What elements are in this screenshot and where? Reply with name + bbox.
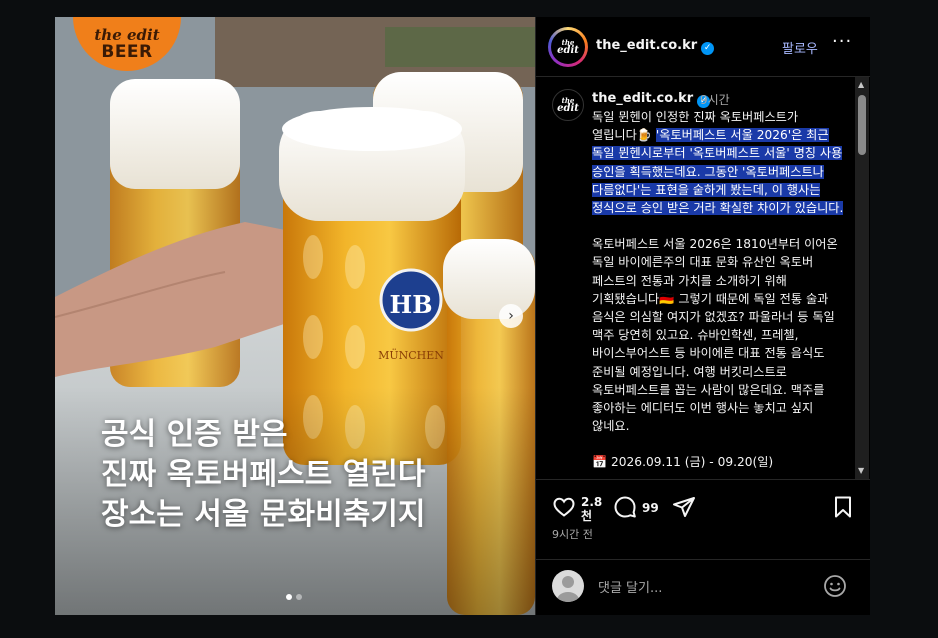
brand-line-1: the edit: [94, 26, 160, 44]
heart-icon[interactable]: [552, 495, 576, 523]
like-count-line-2: 천: [581, 509, 593, 523]
post-side-panel: the edit the_edit.co.kr ✓ 팔로우 ··· the edi…: [535, 17, 870, 615]
post-header: the edit the_edit.co.kr ✓ 팔로우 ···: [536, 17, 870, 77]
header-username-row[interactable]: the_edit.co.kr ✓: [596, 38, 715, 55]
overlay-line-2: 진짜 옥토버페스트 열린다: [101, 457, 426, 492]
caption-paragraph-3: 📅 2026.09.11 (금) - 09.20(일): [592, 455, 774, 470]
add-comment-bar: [536, 559, 870, 615]
carousel-dots: [286, 594, 302, 600]
caption-avatar[interactable]: the edit: [552, 89, 584, 121]
post-timestamp[interactable]: 9시간 전: [552, 526, 593, 542]
scrollbar-thumb[interactable]: [858, 95, 866, 155]
caption-username-row[interactable]: the_edit.co.kr ✓: [592, 91, 711, 108]
comment-icon[interactable]: [613, 495, 637, 523]
caption-avatar-logo: the edit: [557, 97, 579, 114]
action-bar: 2.8 천 99 9시간 전: [536, 479, 870, 559]
bookmark-icon[interactable]: [831, 495, 855, 523]
caption-paragraph-1: 독일 뮌헨이 인정한 진짜 옥토버페스트가 열립니다🍺 '옥토버페스트 서울 2…: [592, 108, 844, 217]
carousel-dot-1[interactable]: [286, 594, 292, 600]
overlay-line-3: 장소는 서울 문화비축기지: [101, 497, 426, 532]
overlay-line-1: 공식 인증 받은: [101, 417, 288, 452]
avatar-logo: the edit: [557, 39, 579, 56]
author-avatar[interactable]: the edit: [548, 27, 588, 67]
caption-text: 독일 뮌헨이 인정한 진짜 옥토버페스트가 열립니다🍺 '옥토버페스트 서울 2…: [592, 108, 844, 472]
comments-scrollbar[interactable]: ▲ ▼: [855, 77, 869, 479]
caption-avatar-logo-line-2: edit: [557, 103, 579, 114]
carousel-dot-2[interactable]: [296, 594, 302, 600]
mug-city-text: MÜNCHEN: [378, 348, 444, 362]
like-count[interactable]: 2.8 천: [581, 495, 602, 523]
post-media[interactable]: HB MÜNCHEN the edit BEER 공식 인증 받은 진짜 옥토버…: [55, 17, 535, 615]
media-overlay-caption: 공식 인증 받은 진짜 옥토버페스트 열린다 장소는 서울 문화비축기지: [101, 415, 521, 535]
header-username[interactable]: the_edit.co.kr: [596, 38, 697, 53]
caption-username[interactable]: the_edit.co.kr: [592, 91, 693, 106]
brand-line-2: BEER: [101, 42, 153, 62]
avatar-inner: the edit: [551, 30, 585, 64]
current-user-avatar: [552, 570, 584, 602]
like-count-line-1: 2.8: [581, 495, 603, 509]
caption-paragraph-2: 옥토버페스트 서울 2026은 1810년부터 이어온 독일 바이에른주의 대표…: [592, 237, 838, 434]
avatar-logo-line-2: edit: [557, 45, 579, 56]
mug-logo-text: HB: [390, 290, 433, 319]
comments-area[interactable]: the edit the_edit.co.kr ✓ 9시간 독일 뮌헨이 인정한 …: [536, 77, 870, 479]
next-slide-button[interactable]: ›: [499, 304, 523, 328]
scroll-down-icon[interactable]: ▼: [858, 466, 864, 475]
verified-icon: ✓: [701, 41, 715, 55]
caption-time[interactable]: 9시간: [700, 91, 730, 108]
emoji-icon[interactable]: [823, 574, 847, 602]
more-options-icon[interactable]: ···: [832, 31, 852, 52]
chevron-right-icon: ›: [508, 308, 514, 324]
share-icon[interactable]: [672, 495, 696, 523]
post-dialog: HB MÜNCHEN the edit BEER 공식 인증 받은 진짜 옥토버…: [55, 17, 870, 615]
follow-button[interactable]: 팔로우: [782, 38, 818, 57]
comment-count[interactable]: 99: [642, 501, 659, 515]
scroll-up-icon[interactable]: ▲: [858, 80, 864, 89]
comment-input[interactable]: [596, 577, 800, 599]
